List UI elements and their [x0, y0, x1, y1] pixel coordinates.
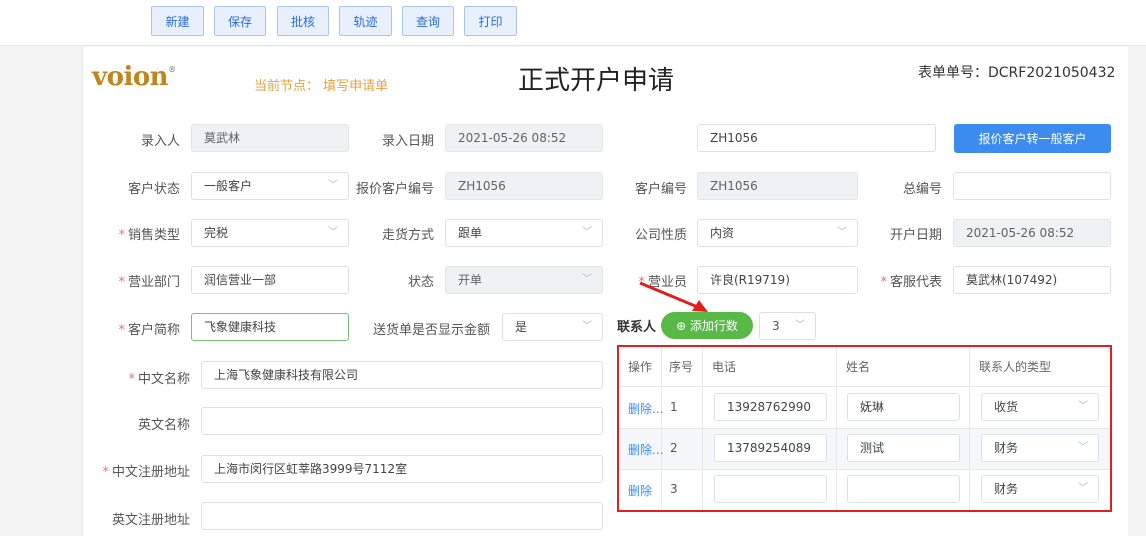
en-address-label: 英文注册地址 — [111, 513, 190, 528]
col-header-name: 姓名 — [846, 360, 871, 374]
delete-link[interactable]: 删除 — [628, 482, 652, 499]
phone-field[interactable]: 13789254089 — [714, 434, 827, 462]
chevron-down-icon: ﹀ — [1078, 442, 1088, 453]
en-name-label: 英文名称 — [137, 418, 190, 433]
chevron-down-icon: ﹀ — [1078, 401, 1088, 412]
contact-type-select[interactable]: 财务 ﹀ — [981, 434, 1099, 462]
chevron-down-icon: ﹀ — [1078, 483, 1088, 494]
en-address-field[interactable] — [201, 502, 603, 530]
cn-name-label: * 中文名称 — [128, 372, 190, 387]
phone-field[interactable] — [714, 475, 827, 503]
contact-name-field[interactable]: 妩琳 — [847, 393, 960, 421]
phone-field[interactable]: 13928762990 — [714, 393, 827, 421]
col-header-type: 联系人的类型 — [979, 360, 1052, 374]
col-header-seq: 序号 — [669, 360, 694, 374]
cn-address-label: * 中文注册地址 — [102, 465, 190, 480]
contact-type-select[interactable]: 收货 ﹀ — [981, 393, 1099, 421]
delete-link[interactable]: 删除... — [628, 441, 663, 458]
row-seq: 2 — [670, 441, 678, 455]
row-seq: 3 — [670, 482, 678, 496]
row-seq: 1 — [670, 400, 678, 414]
contact-type-select[interactable]: 财务 ﹀ — [981, 475, 1099, 503]
en-name-field[interactable] — [201, 407, 603, 435]
col-header-action: 操作 — [628, 360, 653, 374]
cn-address-field[interactable]: 上海市闵行区虹莘路3999号7112室 — [201, 455, 603, 483]
col-header-phone: 电话 — [712, 360, 737, 374]
contact-name-field[interactable]: 测试 — [847, 434, 960, 462]
delete-link[interactable]: 删除... — [628, 400, 663, 417]
contact-name-field[interactable] — [847, 475, 960, 503]
cn-name-field[interactable]: 上海飞象健康科技有限公司 — [201, 361, 603, 389]
